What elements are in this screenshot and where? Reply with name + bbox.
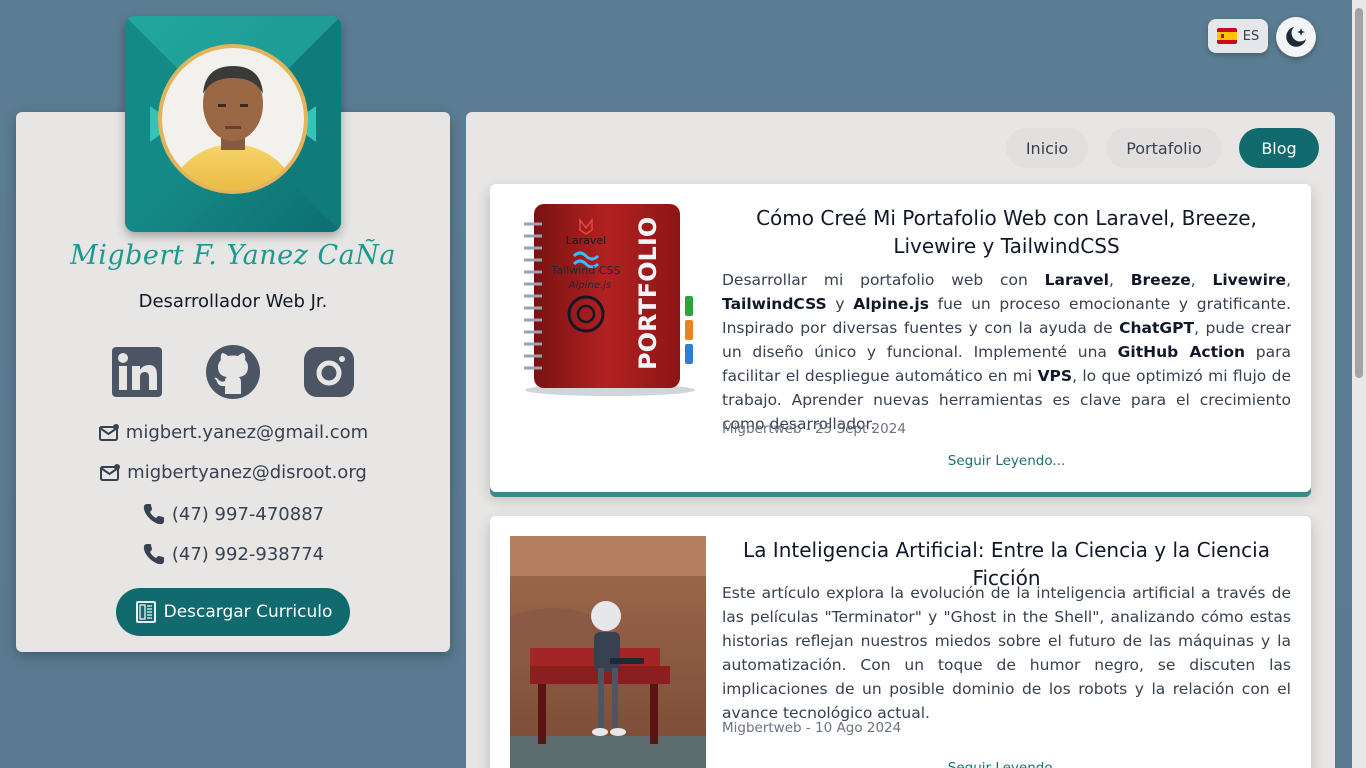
nav-inicio[interactable]: Inicio — [1006, 128, 1088, 168]
github-icon — [206, 345, 260, 399]
read-more-link[interactable]: Seguir Leyendo... — [722, 453, 1291, 469]
post-image[interactable] — [510, 536, 706, 768]
nav-portafolio[interactable]: Portafolio — [1106, 128, 1222, 168]
phone-icon — [143, 544, 164, 565]
linkedin-link[interactable] — [108, 344, 166, 400]
email-item[interactable]: migbertyanez@disroot.org — [16, 462, 450, 483]
nav-blog[interactable]: Blog — [1239, 128, 1319, 168]
linkedin-icon — [112, 347, 162, 397]
blog-post-card: La Inteligencia Artificial: Entre la Cie… — [490, 516, 1311, 768]
theme-toggle-button[interactable] — [1276, 17, 1316, 57]
blog-post-card: Laravel Tailwind CSS Alpine.js PORTFOLIO… — [490, 184, 1311, 492]
email-text: migbert.yanez@gmail.com — [125, 422, 369, 443]
download-cv-label: Descargar Curriculo — [163, 602, 333, 622]
mail-icon — [100, 463, 121, 481]
image-label-alpine: Alpine.js — [568, 280, 611, 291]
avatar — [125, 16, 341, 232]
image-label-laravel: Laravel — [566, 234, 606, 247]
download-cv-button[interactable]: Descargar Curriculo — [116, 588, 350, 636]
phone-item[interactable]: (47) 997-470887 — [16, 502, 450, 526]
post-meta: Migbertweb - 10 Ago 2024 — [722, 720, 902, 736]
instagram-icon — [304, 347, 354, 397]
language-label: ES — [1242, 28, 1260, 44]
post-meta: Migbertweb - 25 Sept 2024 — [722, 421, 906, 437]
spain-flag-icon — [1216, 28, 1237, 44]
document-icon — [135, 601, 156, 623]
post-excerpt: Este artículo explora la evolución de la… — [722, 584, 1291, 722]
email-text: migbertyanez@disroot.org — [127, 462, 367, 483]
image-label-tailwind: Tailwind CSS — [551, 264, 621, 277]
post-image[interactable]: Laravel Tailwind CSS Alpine.js PORTFOLIO — [510, 200, 706, 400]
phone-item[interactable]: (47) 992-938774 — [16, 542, 450, 566]
read-more-link[interactable]: Seguir Leyendo... — [722, 760, 1291, 768]
instagram-link[interactable] — [300, 344, 358, 400]
scrollbar[interactable] — [1352, 0, 1366, 768]
mail-icon — [98, 423, 119, 441]
image-label-portfolio: PORTFOLIO — [634, 217, 662, 370]
post-excerpt: Desarrollar mi portafolio web con Larave… — [722, 271, 1292, 433]
profile-name: Migbert F. Yanez CaÑa — [70, 240, 396, 271]
post-title[interactable]: Cómo Creé Mi Portafolio Web con Laravel,… — [722, 204, 1291, 260]
scrollbar-thumb[interactable] — [1355, 8, 1363, 378]
language-selector[interactable]: ES — [1208, 19, 1268, 53]
phone-text: (47) 992-938774 — [171, 543, 325, 565]
moon-stars-icon — [1286, 27, 1306, 47]
phone-text: (47) 997-470887 — [171, 503, 325, 525]
phone-icon — [143, 504, 164, 525]
profile-role: Desarrollador Web Jr. — [138, 291, 328, 312]
email-item[interactable]: migbert.yanez@gmail.com — [16, 422, 450, 443]
github-link[interactable] — [204, 344, 262, 400]
